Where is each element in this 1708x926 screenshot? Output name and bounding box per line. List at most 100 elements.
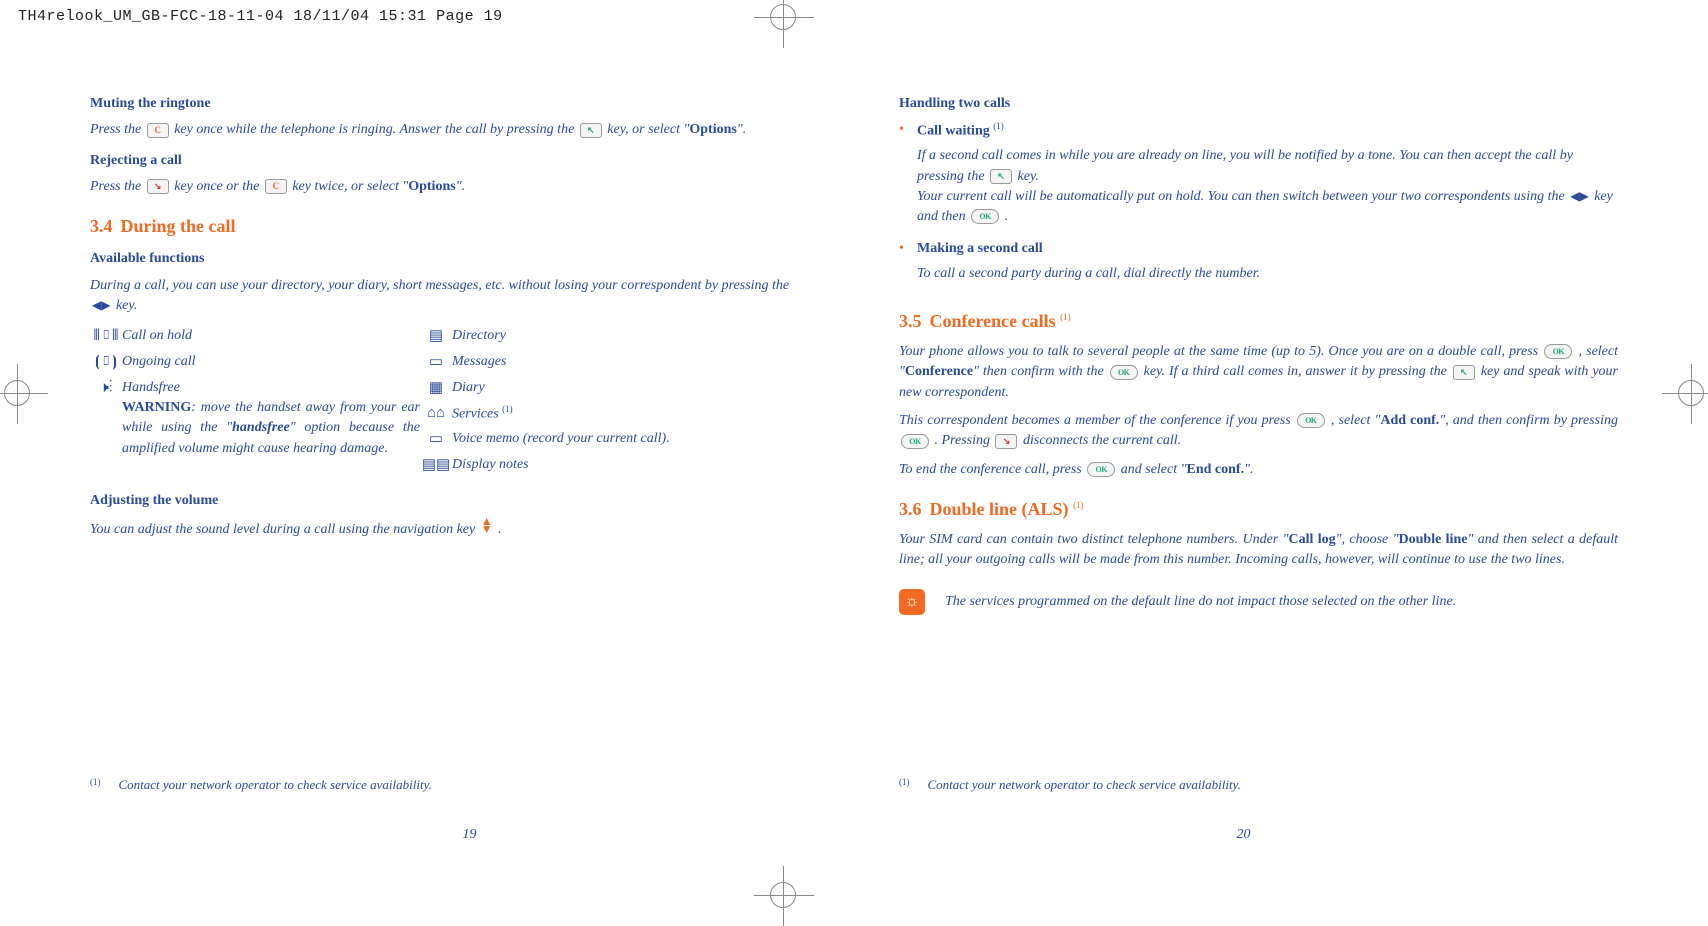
ongoing-call-icon: ⦗▯⦘	[90, 352, 122, 374]
bullet-call-waiting: • Call waiting (1) If a second call come…	[899, 120, 1618, 235]
hangup-key-icon: ↘	[995, 434, 1017, 449]
text: To end the conference call, press	[899, 462, 1085, 477]
text: disconnects the current call.	[1023, 433, 1181, 448]
text: key once or the	[174, 179, 263, 194]
text: , select "	[1331, 413, 1380, 428]
para: If a second call comes in while you are …	[917, 146, 1618, 227]
ok-key-icon: OK	[901, 434, 929, 449]
section-3-6: 3.6 Double line (ALS) (1)	[899, 496, 1618, 522]
c-key-icon: C	[147, 123, 169, 138]
list-item: ▭ Voice memo (record your current call).	[420, 429, 670, 451]
footnote-ref: (1)	[502, 404, 513, 414]
text: If a second call comes in while you are …	[917, 148, 1573, 183]
warning-label: WARNING	[122, 400, 191, 415]
tip-text: The services programmed on the default l…	[945, 589, 1456, 612]
footnote-ref: (1)	[1060, 312, 1071, 322]
footnote-mark: (1)	[899, 776, 910, 795]
text: ".	[456, 179, 465, 194]
para-muting: Press the C key once while the telephone…	[90, 120, 809, 140]
list-item: ▦ Diary	[420, 378, 670, 400]
text-bold: End conf.	[1187, 462, 1245, 477]
para-available: During a call, you can use your director…	[90, 276, 809, 317]
voice-memo-icon: ▭	[420, 429, 452, 451]
crop-mark-icon	[770, 4, 796, 35]
messages-icon: ▭	[420, 352, 452, 374]
notes-icon: ▤▤	[420, 455, 452, 477]
list-item: ▤▤ Display notes	[420, 455, 670, 477]
diary-icon: ▦	[420, 378, 452, 400]
text: . Pressing	[935, 433, 994, 448]
section-title: Conference calls	[930, 311, 1061, 331]
ok-key-icon: OK	[1297, 413, 1325, 428]
item-label: Directory	[452, 326, 670, 346]
tip-icon: ☼	[899, 589, 925, 615]
item-label: Display notes	[452, 455, 670, 475]
ok-key-icon: OK	[1110, 365, 1138, 380]
item-label: Services (1)	[452, 403, 670, 425]
text-bold: Options	[689, 122, 736, 137]
text: Handsfree	[122, 380, 180, 395]
bullet-icon: •	[899, 239, 917, 292]
section-number: 3.6	[899, 499, 922, 519]
nav-ud-icon: ▲▼	[481, 517, 493, 533]
footnote: (1) Contact your network operator to che…	[899, 776, 1241, 795]
nav-lr-icon: ◀▶	[92, 297, 110, 314]
text-bold: Options	[408, 179, 455, 194]
footnote-mark: (1)	[90, 776, 101, 795]
text: You can adjust the sound level during a …	[90, 522, 479, 537]
crop-mark-icon	[770, 882, 796, 913]
footnote: (1) Contact your network operator to che…	[90, 776, 432, 795]
answer-key-icon: ↖	[990, 169, 1012, 184]
bullet-title: Call waiting	[917, 124, 993, 139]
c-key-icon: C	[265, 179, 287, 194]
text: During a call, you can use your director…	[90, 278, 789, 293]
text-bold: handsfree	[232, 420, 290, 435]
ok-key-icon: OK	[971, 209, 999, 224]
directory-icon: ▤	[420, 326, 452, 348]
text: Press the	[90, 122, 145, 137]
text: Press the	[90, 179, 145, 194]
list-item: ⦗▯⦘ Ongoing call	[90, 352, 420, 374]
footnote-ref: (1)	[1073, 500, 1084, 510]
heading-two-calls: Handling two calls	[899, 94, 1618, 114]
section-title: Double line (ALS)	[930, 499, 1074, 519]
item-label: Diary	[452, 378, 670, 398]
bullet-second-call: • Making a second call To call a second …	[899, 239, 1618, 292]
item-label: Call on hold	[122, 326, 420, 346]
page-number: 19	[463, 825, 477, 845]
text-bold: Add conf.	[1380, 413, 1439, 428]
section-number: 3.5	[899, 311, 922, 331]
text: .	[1005, 209, 1009, 224]
text: Your current call will be automatically …	[917, 189, 1568, 204]
text-bold: Call log	[1289, 532, 1336, 547]
list-item: ▭ Messages	[420, 352, 670, 374]
page-number: 20	[1237, 825, 1251, 845]
text-bold: Double line	[1399, 532, 1468, 547]
footnote-text: Contact your network operator to check s…	[928, 776, 1241, 795]
page-spread: Muting the ringtone Press the C key once…	[80, 70, 1628, 847]
heading-rejecting: Rejecting a call	[90, 151, 809, 171]
function-list: ⦀▯⦀ Call on hold ⦗▯⦘ Ongoing call 🕨⋮ Han…	[90, 324, 809, 479]
section-number: 3.4	[90, 216, 113, 236]
para-conference-2: This correspondent becomes a member of t…	[899, 411, 1618, 452]
para-double-line: Your SIM card can contain two distinct t…	[899, 530, 1618, 571]
answer-key-icon: ↖	[1453, 365, 1475, 380]
text: ".	[737, 122, 746, 137]
nav-lr-icon: ◀▶	[1570, 188, 1588, 205]
handsfree-icon: 🕨⋮	[90, 378, 122, 400]
text: .	[498, 522, 502, 537]
print-header: TH4relook_UM_GB-FCC-18-11-04 18/11/04 15…	[18, 8, 503, 25]
services-icon: ⌂⌂	[420, 403, 452, 425]
text: ", and then confirm by pressing	[1439, 413, 1618, 428]
footnote-text: Contact your network operator to check s…	[119, 776, 432, 795]
bullet-title: Making a second call	[917, 241, 1043, 256]
text: key once while the telephone is ringing.…	[174, 122, 578, 137]
text: key, or select "	[607, 122, 689, 137]
footnote-ref: (1)	[993, 121, 1004, 131]
item-label: Messages	[452, 352, 670, 372]
text: key.	[1018, 169, 1039, 184]
text: Your SIM card can contain two distinct t…	[899, 532, 1289, 547]
item-label: Voice memo (record your current call).	[452, 429, 670, 449]
section-title: During the call	[121, 216, 236, 236]
text: ".	[1244, 462, 1253, 477]
